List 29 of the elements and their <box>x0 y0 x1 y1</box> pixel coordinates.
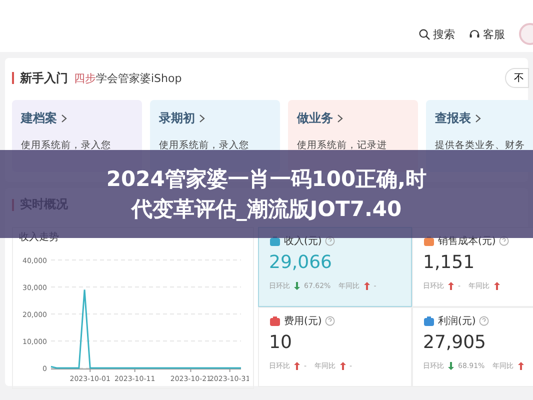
chevron-right-icon <box>199 114 205 123</box>
kpi-value: 29,066 <box>269 252 333 273</box>
headset-icon <box>469 28 480 40</box>
step-title: 查报表 <box>435 110 471 127</box>
side-button[interactable]: 不 <box>505 68 529 88</box>
section-subtitle: 四步学会管家婆iShop <box>74 70 183 86</box>
step-description: 提供各类业务、财务 <box>435 139 526 152</box>
headline-text: 代变革评估_潮流版JOT7.40 <box>131 196 402 223</box>
kpi-title: 利润(元) <box>438 314 476 328</box>
chart-title: 收入走势 <box>19 230 60 244</box>
step-title: 做业务 <box>297 110 333 127</box>
search-button[interactable]: 搜索 <box>419 26 455 42</box>
search-icon <box>419 28 430 40</box>
section-title: 新手入门 <box>20 70 68 86</box>
chevron-right-icon <box>61 114 67 123</box>
kpi-title: 收入(元) <box>284 234 322 248</box>
kpi-title: 费用(元) <box>284 314 322 328</box>
chevron-right-icon <box>337 114 343 123</box>
service-button[interactable]: 客服 <box>469 26 505 42</box>
step-title: 建档案 <box>21 110 57 127</box>
step-description: 使用系统前，录入您 <box>21 139 112 152</box>
kpi-value: 1,151 <box>423 252 476 273</box>
step-title: 录期初 <box>159 110 195 127</box>
kpi-value: 10 <box>269 332 293 353</box>
kpi-title: 销售成本(元) <box>438 234 496 248</box>
kpi-value: 27,905 <box>423 332 487 353</box>
step-description: 使用系统前，记录进 <box>297 139 388 152</box>
chevron-right-icon <box>475 114 481 123</box>
step-description: 使用系统前，录入您 <box>159 139 250 152</box>
